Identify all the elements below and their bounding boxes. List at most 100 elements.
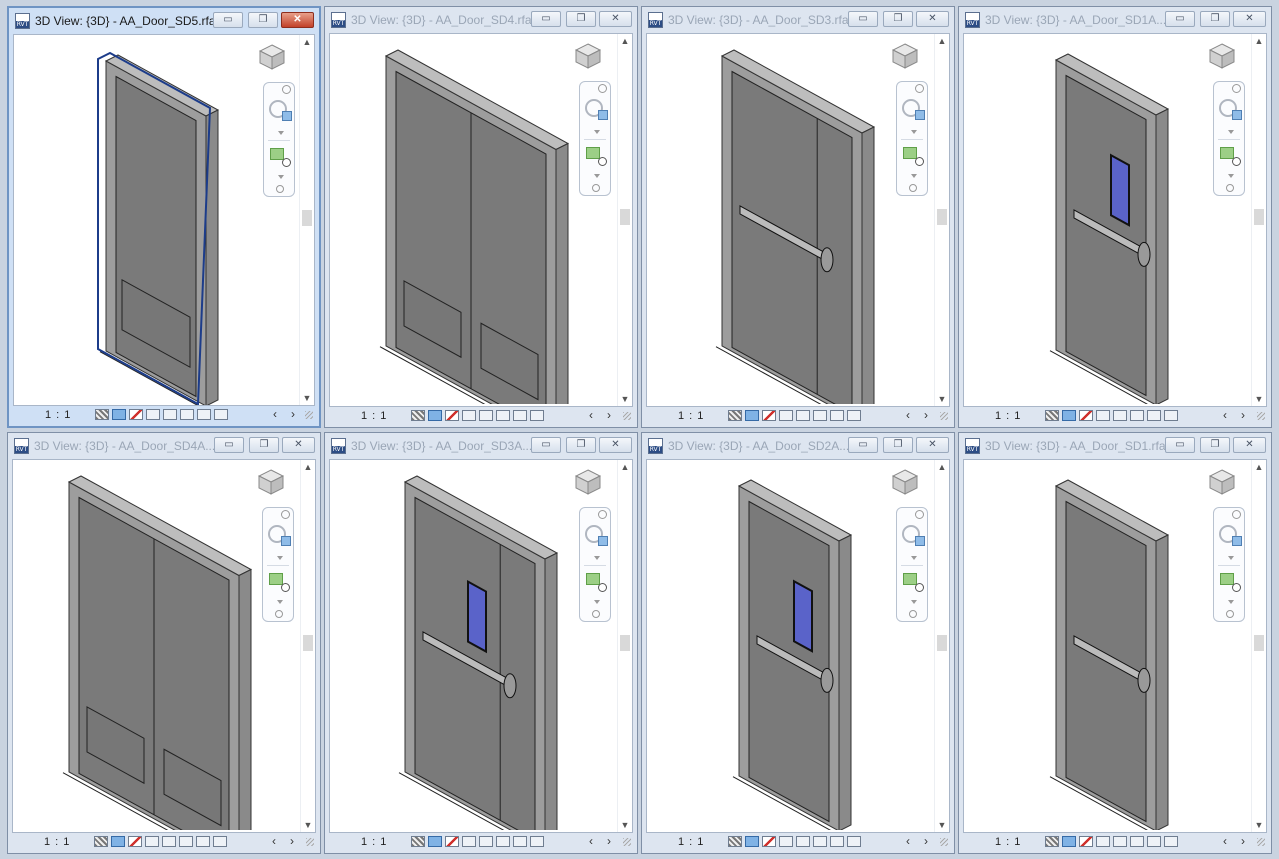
crop-view-icon[interactable]: [762, 410, 776, 421]
zoom-icon[interactable]: [586, 147, 607, 166]
door-canvas[interactable]: [330, 460, 620, 830]
navigation-bar[interactable]: [1213, 81, 1245, 196]
resize-grip[interactable]: [940, 838, 948, 846]
close-button[interactable]: ✕: [916, 11, 949, 27]
resize-grip[interactable]: [1257, 838, 1265, 846]
zoom-icon[interactable]: [903, 573, 924, 592]
chevron-down-icon[interactable]: [594, 130, 600, 134]
chevron-down-icon[interactable]: [911, 130, 917, 134]
view-scale[interactable]: 1 : 1: [995, 410, 1021, 422]
resize-grip[interactable]: [623, 838, 631, 846]
view-scale[interactable]: 1 : 1: [678, 410, 704, 422]
workset-icon[interactable]: [830, 836, 844, 847]
view-window[interactable]: 3D View: {3D} - AA_Door_SD4.rfa▭❐✕▲▼1 : …: [324, 6, 638, 428]
scroll-up-icon[interactable]: ▲: [935, 462, 949, 472]
close-navbar-icon[interactable]: [282, 85, 291, 94]
visual-style-icon[interactable]: [1045, 410, 1059, 421]
view-scale[interactable]: 1 : 1: [995, 836, 1021, 848]
resize-grip[interactable]: [623, 412, 631, 420]
workset-icon[interactable]: [1147, 836, 1161, 847]
view-window[interactable]: 3D View: {3D} - AA_Door_SD4A....▭❐✕▲▼1 :…: [7, 432, 321, 854]
view-scale[interactable]: 1 : 1: [361, 410, 387, 422]
navigation-bar[interactable]: [896, 81, 928, 196]
viewcube-icon[interactable]: [575, 469, 601, 495]
scroll-left-icon[interactable]: ‹: [273, 407, 277, 421]
door-canvas[interactable]: [964, 34, 1254, 404]
navigation-bar[interactable]: [579, 81, 611, 196]
vertical-scrollbar[interactable]: ▲ ▼: [1251, 460, 1266, 832]
chevron-down-icon[interactable]: [594, 600, 600, 604]
show-crop-icon[interactable]: [779, 836, 793, 847]
steering-wheel-icon[interactable]: [902, 525, 925, 546]
vertical-scrollbar[interactable]: ▲ ▼: [934, 34, 949, 406]
3d-viewport[interactable]: ▲ ▼: [12, 459, 316, 833]
chevron-down-icon[interactable]: [911, 600, 917, 604]
visual-style-icon[interactable]: [411, 836, 425, 847]
scroll-up-icon[interactable]: ▲: [618, 462, 632, 472]
visual-style-icon[interactable]: [94, 836, 108, 847]
workset-icon[interactable]: [513, 836, 527, 847]
workset-icon[interactable]: [196, 836, 210, 847]
steering-wheel-icon[interactable]: [269, 100, 292, 121]
navbar-options-icon[interactable]: [592, 610, 600, 618]
view-scale[interactable]: 1 : 1: [44, 836, 70, 848]
resize-grip[interactable]: [306, 838, 314, 846]
visual-style-icon[interactable]: [95, 409, 109, 420]
scroll-thumb[interactable]: [1254, 635, 1264, 651]
title-bar[interactable]: 3D View: {3D} - AA_Door_SD1A....▭ ❐✕: [959, 7, 1271, 33]
visual-style-icon[interactable]: [728, 836, 742, 847]
workset-icon[interactable]: [197, 409, 211, 420]
scroll-down-icon[interactable]: ▼: [1252, 394, 1266, 404]
scroll-thumb[interactable]: [937, 209, 947, 225]
door-model[interactable]: [62, 475, 253, 830]
scroll-left-icon[interactable]: ‹: [589, 834, 593, 848]
scroll-down-icon[interactable]: ▼: [301, 820, 315, 830]
scroll-down-icon[interactable]: ▼: [618, 820, 632, 830]
door-model[interactable]: [715, 49, 876, 404]
close-button[interactable]: ✕: [916, 437, 949, 453]
title-bar[interactable]: 3D View: {3D} - AA_Door_SD3A....▭ ❐✕: [325, 433, 637, 459]
scroll-thumb[interactable]: [302, 210, 312, 226]
restore-button[interactable]: ❐: [566, 437, 596, 453]
temporary-hide-icon[interactable]: [796, 836, 810, 847]
viewcube-icon[interactable]: [1209, 469, 1235, 495]
scroll-up-icon[interactable]: ▲: [618, 36, 632, 46]
temporary-hide-icon[interactable]: [796, 410, 810, 421]
view-window[interactable]: 3D View: {3D} - AA_Door_SD5.rfa▭❐✕▲▼1 : …: [7, 6, 321, 428]
temporary-hide-icon[interactable]: [162, 836, 176, 847]
design-options-icon[interactable]: [847, 410, 861, 421]
door-canvas[interactable]: [647, 460, 937, 830]
close-button[interactable]: ✕: [282, 437, 315, 453]
reveal-hidden-icon[interactable]: [179, 836, 193, 847]
scroll-up-icon[interactable]: ▲: [301, 462, 315, 472]
show-crop-icon[interactable]: [146, 409, 160, 420]
door-model[interactable]: [97, 51, 220, 405]
view-window[interactable]: 3D View: {3D} - AA_Door_SD2A....▭❐✕▲▼1 :…: [641, 432, 955, 854]
workset-icon[interactable]: [830, 410, 844, 421]
scroll-thumb[interactable]: [620, 209, 630, 225]
scroll-up-icon[interactable]: ▲: [300, 37, 314, 47]
navbar-options-icon[interactable]: [909, 610, 917, 618]
crop-view-icon[interactable]: [1079, 836, 1093, 847]
restore-button[interactable]: ❐: [883, 437, 913, 453]
title-bar[interactable]: 3D View: {3D} - AA_Door_SD3.rfa▭ ❐✕: [642, 7, 954, 33]
3d-viewport[interactable]: ▲ ▼: [646, 459, 950, 833]
chevron-down-icon[interactable]: [278, 175, 284, 179]
door-model[interactable]: [1049, 479, 1170, 830]
close-navbar-icon[interactable]: [1232, 84, 1241, 93]
scroll-left-icon[interactable]: ‹: [1223, 408, 1227, 422]
3d-viewport[interactable]: ▲ ▼: [646, 33, 950, 407]
temporary-hide-icon[interactable]: [163, 409, 177, 420]
minimize-button[interactable]: ▭: [213, 12, 243, 28]
restore-button[interactable]: ❐: [1200, 437, 1230, 453]
scroll-left-icon[interactable]: ‹: [1223, 834, 1227, 848]
minimize-button[interactable]: ▭: [214, 437, 244, 453]
minimize-button[interactable]: ▭: [1165, 437, 1195, 453]
navbar-options-icon[interactable]: [909, 184, 917, 192]
scroll-thumb[interactable]: [620, 635, 630, 651]
design-options-icon[interactable]: [213, 836, 227, 847]
crop-view-icon[interactable]: [445, 836, 459, 847]
shadows-icon[interactable]: [112, 409, 126, 420]
close-button[interactable]: ✕: [281, 12, 314, 28]
scroll-down-icon[interactable]: ▼: [1252, 820, 1266, 830]
